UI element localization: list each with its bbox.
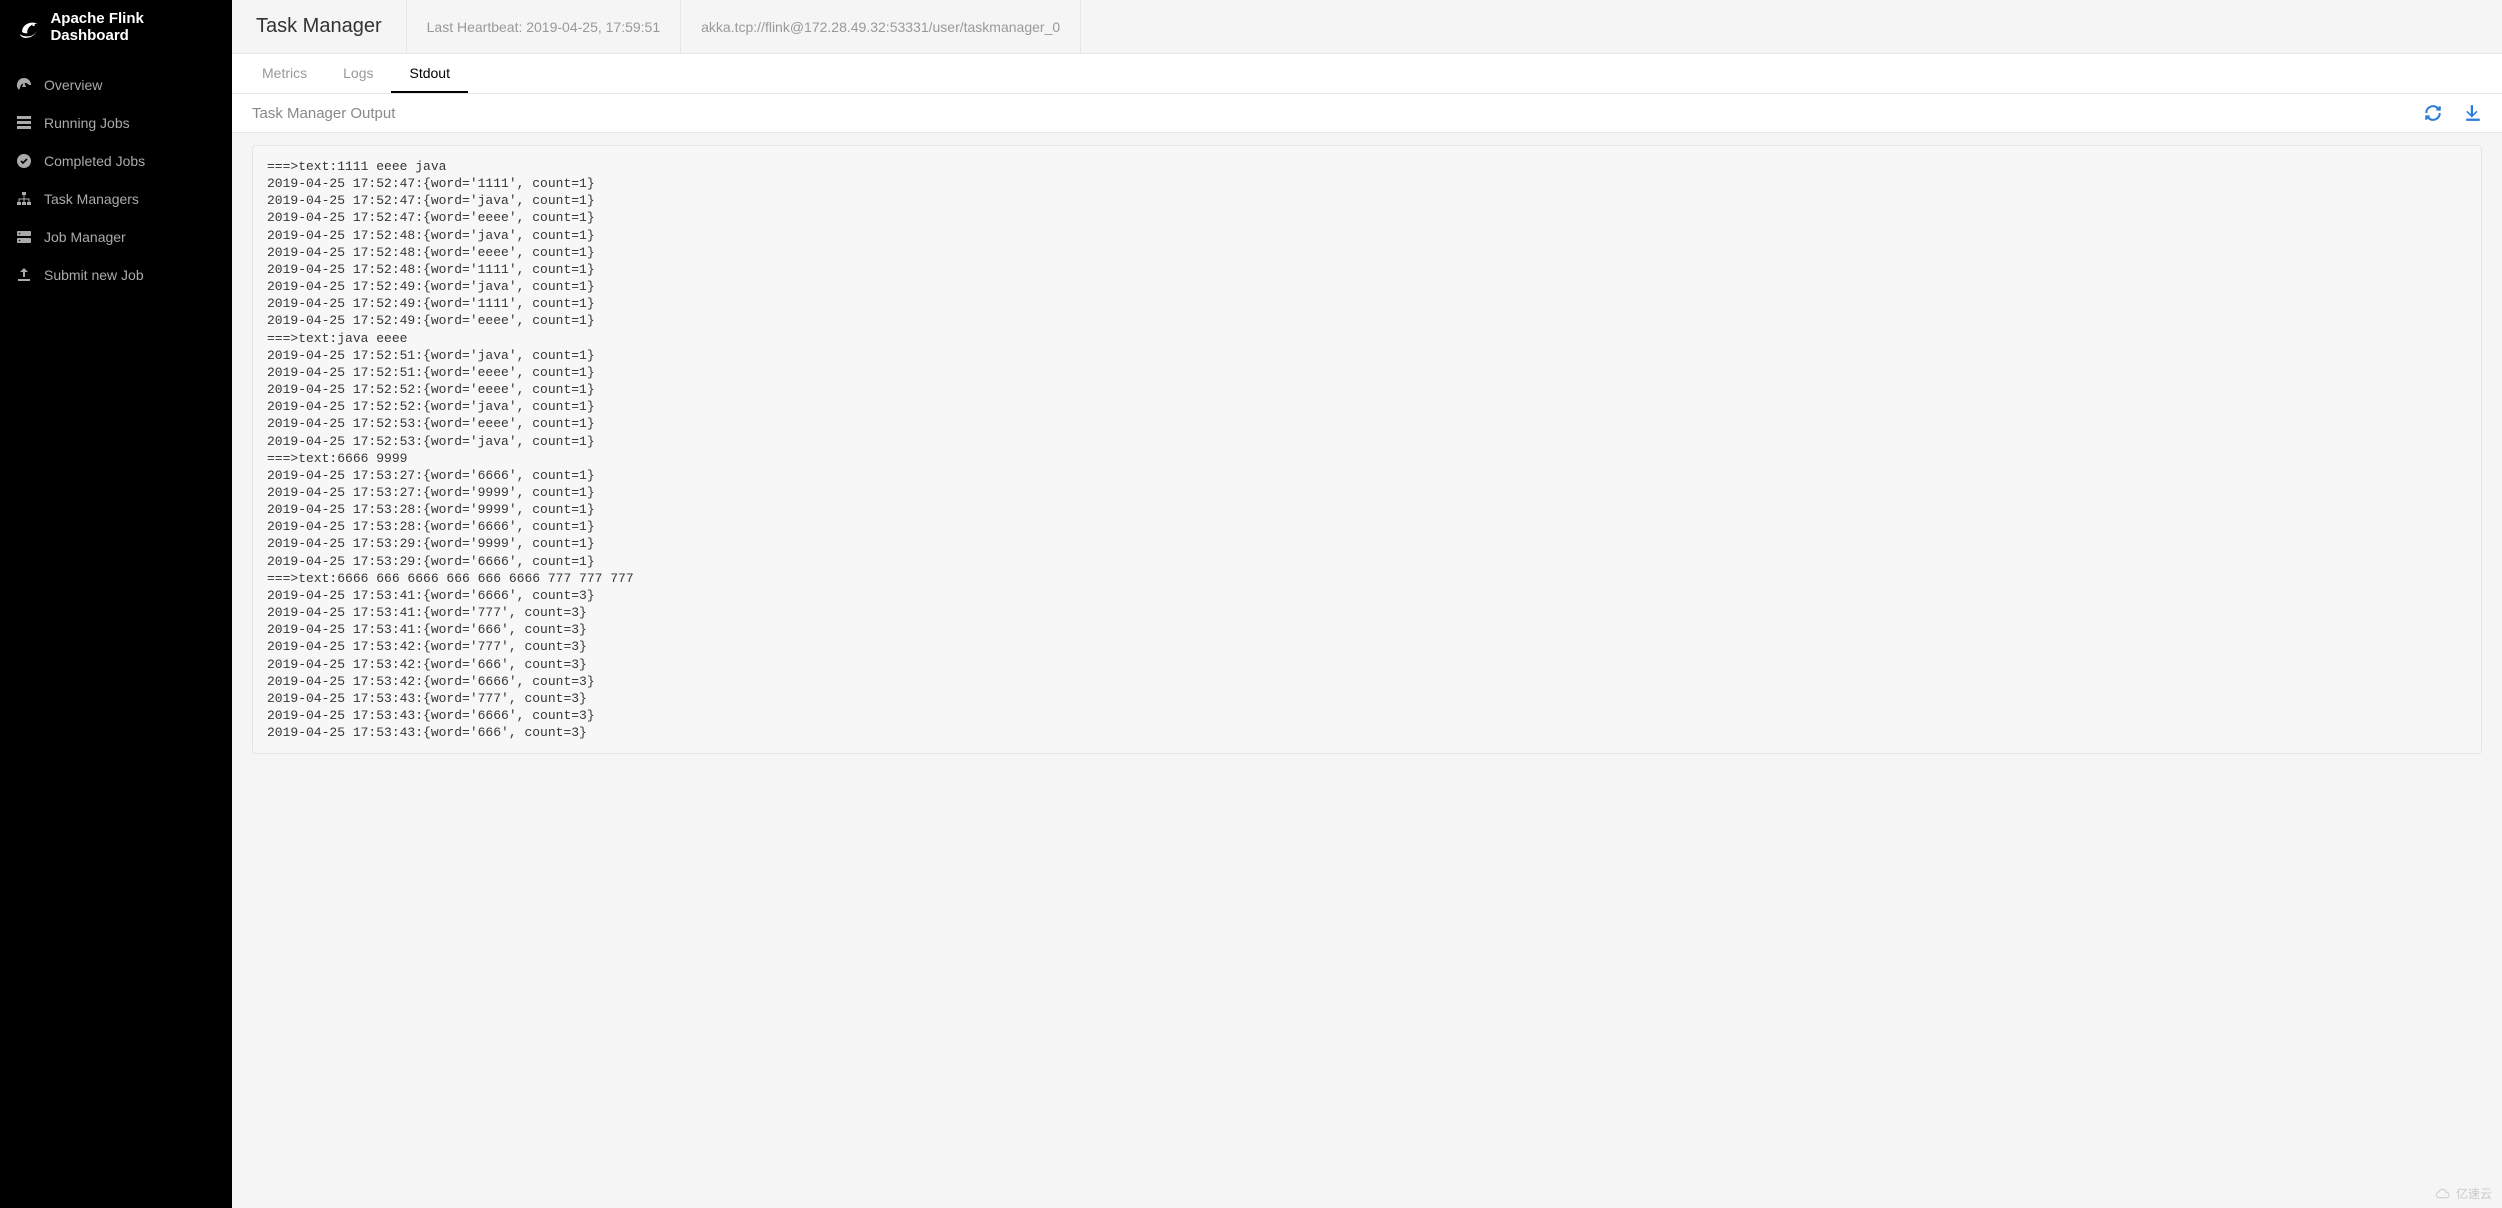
tab-label: Metrics bbox=[262, 65, 307, 81]
taskmanager-path: akka.tcp://flink@172.28.49.32:53331/user… bbox=[681, 0, 1081, 53]
flink-logo-icon bbox=[16, 14, 40, 40]
tabs: Metrics Logs Stdout bbox=[232, 54, 2502, 94]
dashboard-icon bbox=[16, 77, 32, 93]
tab-metrics[interactable]: Metrics bbox=[244, 54, 325, 93]
brand-title: Apache Flink Dashboard bbox=[50, 10, 216, 44]
download-icon bbox=[2464, 104, 2482, 122]
sidebar-item-job-manager[interactable]: Job Manager bbox=[0, 218, 232, 256]
refresh-icon bbox=[2424, 104, 2442, 122]
sidebar-item-label: Overview bbox=[44, 77, 102, 93]
sidebar: Apache Flink Dashboard Overview Running … bbox=[0, 0, 232, 1208]
refresh-button[interactable] bbox=[2424, 104, 2442, 122]
nav: Overview Running Jobs Completed Jobs Tas… bbox=[0, 54, 232, 294]
watermark-text: 亿速云 bbox=[2456, 1185, 2492, 1202]
cloud-icon bbox=[2434, 1188, 2452, 1200]
section-header: Task Manager Output bbox=[232, 94, 2502, 133]
tab-stdout[interactable]: Stdout bbox=[391, 54, 467, 93]
sidebar-item-running-jobs[interactable]: Running Jobs bbox=[0, 104, 232, 142]
sidebar-item-overview[interactable]: Overview bbox=[0, 66, 232, 104]
output-container: ===>text:1111 eeee java 2019-04-25 17:52… bbox=[232, 133, 2502, 770]
sidebar-item-completed-jobs[interactable]: Completed Jobs bbox=[0, 142, 232, 180]
sidebar-item-submit-job[interactable]: Submit new Job bbox=[0, 256, 232, 294]
download-button[interactable] bbox=[2464, 104, 2482, 122]
sidebar-item-label: Submit new Job bbox=[44, 267, 144, 283]
tab-label: Stdout bbox=[409, 65, 449, 81]
sidebar-item-label: Job Manager bbox=[44, 229, 126, 245]
server-icon bbox=[16, 229, 32, 245]
page-title: Task Manager bbox=[232, 0, 407, 53]
topbar: Task Manager Last Heartbeat: 2019-04-25,… bbox=[232, 0, 2502, 54]
tab-label: Logs bbox=[343, 65, 373, 81]
app-root: Apache Flink Dashboard Overview Running … bbox=[0, 0, 2502, 1208]
sidebar-item-label: Completed Jobs bbox=[44, 153, 145, 169]
tab-logs[interactable]: Logs bbox=[325, 54, 391, 93]
main: Task Manager Last Heartbeat: 2019-04-25,… bbox=[232, 0, 2502, 1208]
section-title: Task Manager Output bbox=[252, 105, 395, 122]
sidebar-item-label: Running Jobs bbox=[44, 115, 130, 131]
sitemap-icon bbox=[16, 191, 32, 207]
section-actions bbox=[2424, 104, 2482, 122]
check-circle-icon bbox=[16, 153, 32, 169]
last-heartbeat: Last Heartbeat: 2019-04-25, 17:59:51 bbox=[407, 0, 682, 53]
brand: Apache Flink Dashboard bbox=[0, 0, 232, 54]
upload-icon bbox=[16, 267, 32, 283]
stdout-output[interactable]: ===>text:1111 eeee java 2019-04-25 17:52… bbox=[252, 145, 2482, 754]
tasks-icon bbox=[16, 115, 32, 131]
watermark: 亿速云 bbox=[2434, 1185, 2492, 1202]
sidebar-item-task-managers[interactable]: Task Managers bbox=[0, 180, 232, 218]
sidebar-item-label: Task Managers bbox=[44, 191, 139, 207]
